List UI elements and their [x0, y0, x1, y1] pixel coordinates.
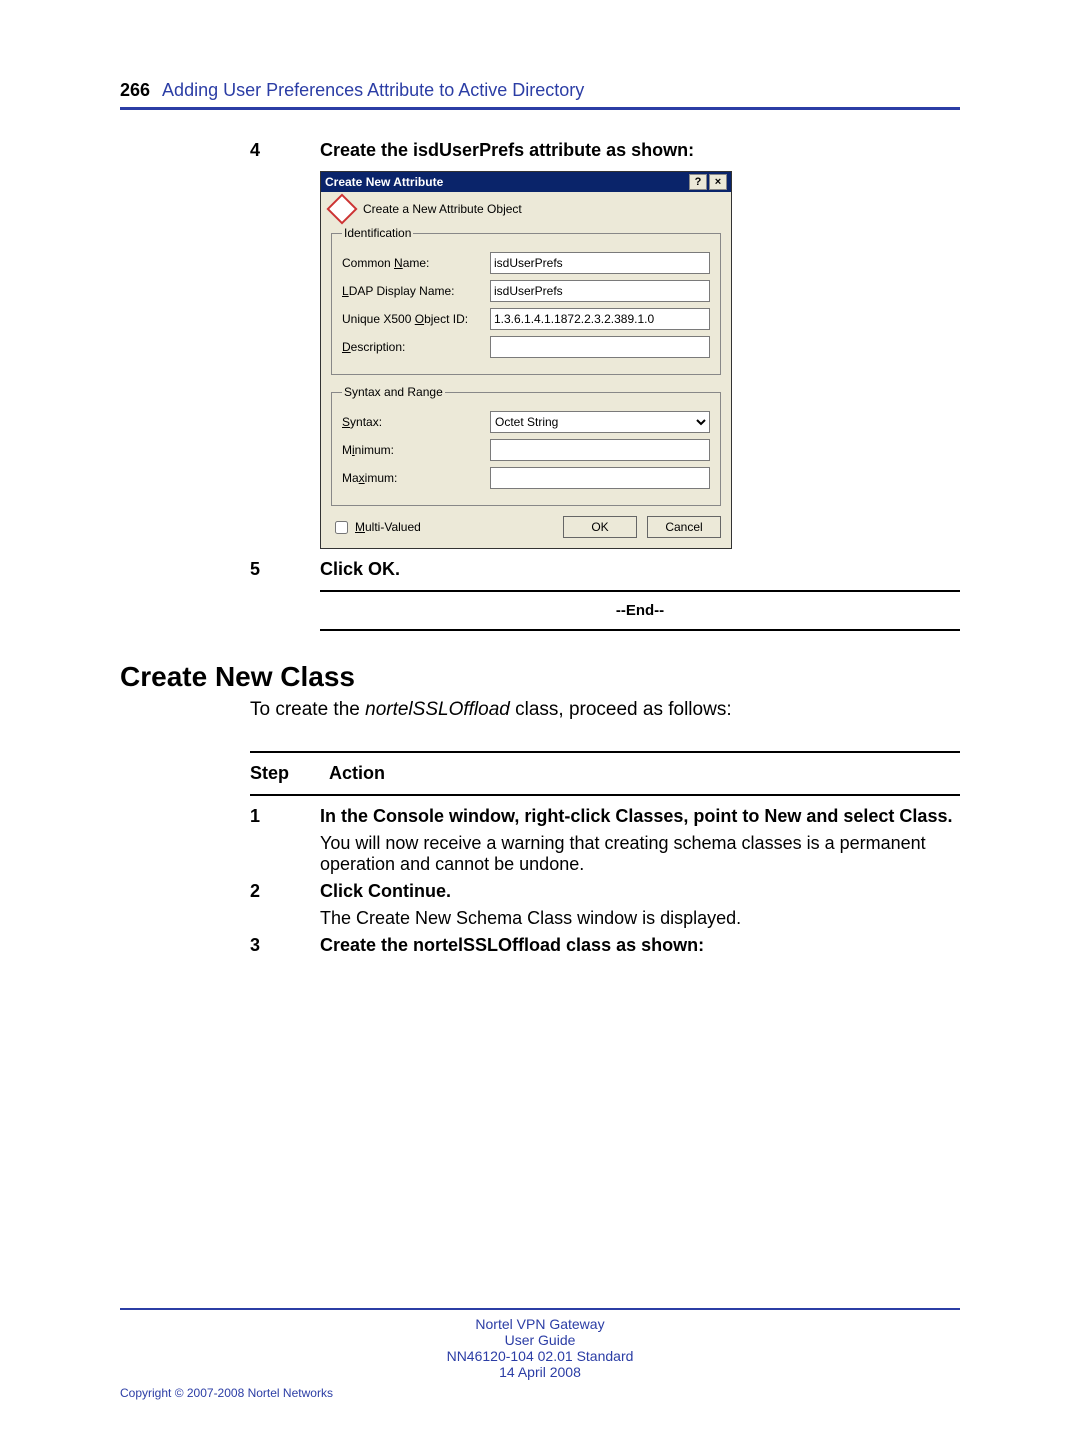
oid-field[interactable]: [490, 308, 710, 330]
step-desc: You will now receive a warning that crea…: [320, 833, 960, 875]
page-number: 266: [120, 80, 150, 101]
identification-group: Identification Common Name: LDAP Display…: [331, 226, 721, 375]
multi-valued-checkbox[interactable]: [335, 521, 348, 534]
dialog-prompt: Create a New Attribute Object: [363, 202, 522, 216]
section-heading: Create New Class: [120, 661, 960, 693]
common-name-field[interactable]: [490, 252, 710, 274]
copyright: Copyright © 2007-2008 Nortel Networks: [120, 1386, 960, 1400]
footer-line3b: Standard: [577, 1348, 634, 1364]
common-name-label: Common Name:: [342, 256, 482, 270]
syntax-label: Syntax:: [342, 415, 482, 429]
step-bold: Click Continue.: [320, 881, 960, 902]
step-text: Click OK.: [320, 559, 960, 580]
ok-button[interactable]: OK: [563, 516, 637, 538]
rule: [320, 629, 960, 631]
cancel-button[interactable]: Cancel: [647, 516, 721, 538]
syntax-legend: Syntax and Range: [342, 385, 445, 399]
step-desc: The Create New Schema Class window is di…: [320, 908, 960, 929]
footer-line2: User Guide: [120, 1332, 960, 1348]
oid-label: Unique X500 Object ID:: [342, 312, 482, 326]
action-header: Action: [329, 763, 960, 784]
identification-legend: Identification: [342, 226, 413, 240]
syntax-select[interactable]: Octet String: [490, 411, 710, 433]
rule: [250, 794, 960, 796]
step-bold: In the Console window, right-click Class…: [320, 806, 960, 827]
minimum-field[interactable]: [490, 439, 710, 461]
step-text: Create the isdUserPrefs attribute as sho…: [320, 140, 960, 161]
maximum-field[interactable]: [490, 467, 710, 489]
footer-line4: 14 April 2008: [120, 1364, 960, 1380]
minimum-label: Minimum:: [342, 443, 482, 457]
close-icon[interactable]: ×: [709, 174, 727, 190]
ldap-name-field[interactable]: [490, 280, 710, 302]
footer-line1: Nortel VPN Gateway: [120, 1316, 960, 1332]
step-number: 1: [250, 806, 280, 827]
create-new-attribute-dialog: Create New Attribute ? × Create a New At…: [320, 171, 732, 549]
footer-rule: [120, 1308, 960, 1310]
section-intro-em: nortelSSLOffload: [365, 699, 510, 720]
description-label: Description:: [342, 340, 482, 354]
header-rule: [120, 107, 960, 110]
section-intro-b: class, proceed as follows:: [510, 699, 732, 720]
ldap-name-label: LDAP Display Name:: [342, 284, 482, 298]
maximum-label: Maximum:: [342, 471, 482, 485]
syntax-group: Syntax and Range Syntax: Octet String Mi…: [331, 385, 721, 506]
step-number: 3: [250, 935, 280, 956]
rule: [320, 590, 960, 592]
step-number: 4: [250, 140, 280, 161]
dialog-titlebar: Create New Attribute ? ×: [321, 172, 731, 192]
rule: [250, 751, 960, 753]
step-number: 5: [250, 559, 280, 580]
help-icon[interactable]: ?: [689, 174, 707, 190]
chapter-title: Adding User Preferences Attribute to Act…: [162, 80, 584, 101]
footer-line3a: NN46120-104 02.01: [447, 1348, 577, 1364]
end-label: --End--: [320, 602, 960, 619]
section-intro-a: To create the: [250, 699, 365, 720]
step-number: 2: [250, 881, 280, 902]
description-field[interactable]: [490, 336, 710, 358]
dialog-title: Create New Attribute: [325, 175, 443, 189]
multi-valued-label: Multi-Valued: [355, 520, 421, 534]
step-bold: Create the nortelSSLOffload class as sho…: [320, 935, 960, 956]
object-icon: [326, 193, 357, 224]
step-header: Step: [250, 763, 289, 784]
